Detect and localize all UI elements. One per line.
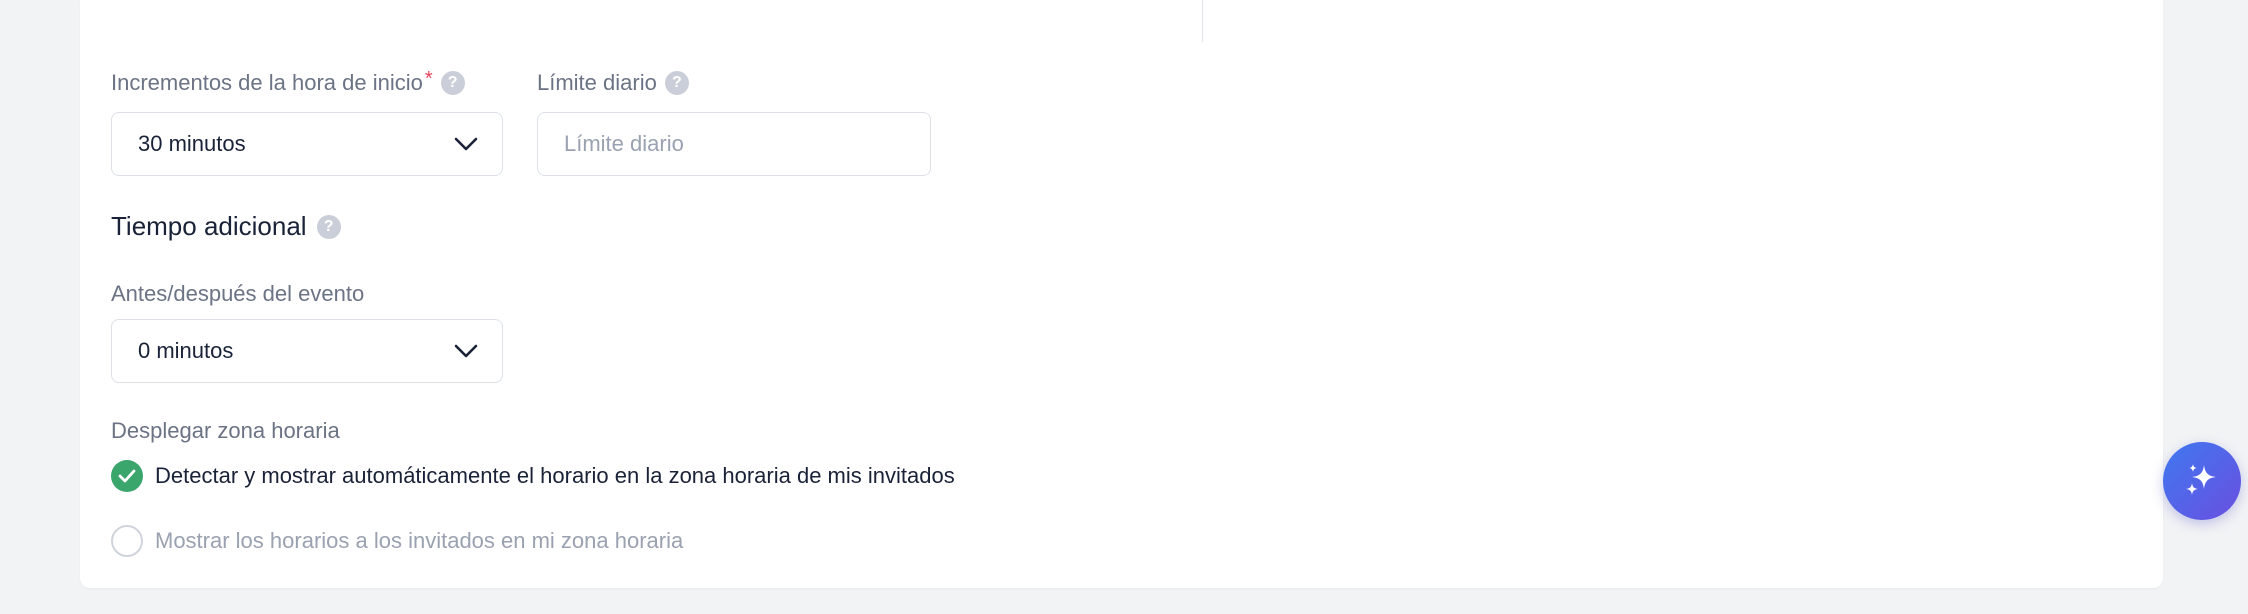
help-question-icon[interactable]: ? [664,71,689,95]
buffer-time-heading: Tiempo adicional ? [111,211,341,242]
daily-limit-label-text: Límite diario [537,70,657,95]
timezone-option-mine-label: Mostrar los horarios a los invitados en … [155,528,684,553]
radio-unchecked-icon[interactable] [111,525,143,557]
timezone-display-label: Desplegar zona horaria [111,418,340,444]
buffer-time-heading-text: Tiempo adicional [111,211,307,241]
daily-limit-label: Límite diario ? [537,70,689,96]
chevron-down-icon [454,131,478,157]
start-increments-label: Incrementos de la hora de inicio * ? [111,67,465,96]
buffer-time-label-text: Antes/después del evento [111,281,365,306]
start-increments-select[interactable]: 30 minutos [111,112,503,176]
check-icon[interactable] [111,460,143,492]
timezone-option-auto-label: Detectar y mostrar automáticamente el ho… [155,463,955,488]
chevron-down-icon [454,338,478,364]
required-asterisk: * [424,67,433,90]
timezone-option-auto[interactable]: Detectar y mostrar automáticamente el ho… [111,460,955,492]
ai-assistant-button[interactable] [2163,442,2241,520]
help-question-icon[interactable]: ? [440,71,465,95]
buffer-time-select[interactable]: 0 minutos [111,319,503,383]
timezone-display-label-text: Desplegar zona horaria [111,418,340,443]
timezone-option-mine[interactable]: Mostrar los horarios a los invitados en … [111,525,683,557]
sparkles-icon [2182,459,2222,504]
start-increments-label-text: Incrementos de la hora de inicio [111,70,423,95]
daily-limit-input[interactable] [537,112,931,176]
help-question-icon[interactable]: ? [316,214,341,239]
column-divider [1202,0,1203,42]
buffer-time-label: Antes/después del evento [111,281,364,307]
buffer-time-value: 0 minutos [138,338,234,363]
start-increments-value: 30 minutos [138,131,246,156]
